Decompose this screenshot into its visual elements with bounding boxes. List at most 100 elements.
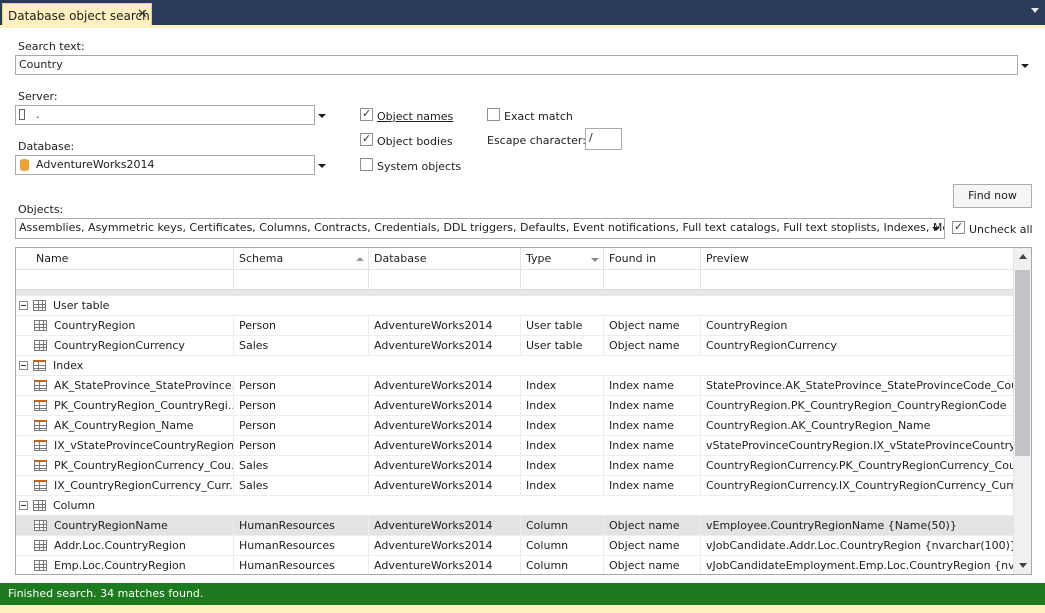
cell-database: AdventureWorks2014 bbox=[369, 396, 521, 416]
cell-name: IX_CountryRegionCurrency_Curr... bbox=[49, 476, 234, 496]
database-dropdown-icon[interactable] bbox=[318, 164, 326, 168]
index-icon bbox=[34, 460, 47, 471]
object-bodies-checkbox[interactable] bbox=[360, 132, 373, 146]
group-label: Column bbox=[53, 499, 96, 512]
uncheck-all-checkbox[interactable] bbox=[952, 220, 965, 234]
filter-cell[interactable] bbox=[701, 270, 1013, 290]
filter-cell[interactable] bbox=[234, 270, 369, 290]
table-row[interactable]: IX_CountryRegionCurrency_Curr... Sales A… bbox=[16, 476, 1013, 496]
column-icon bbox=[34, 540, 47, 551]
table-row[interactable]: CountryRegion Person AdventureWorks2014 … bbox=[16, 316, 1013, 336]
collapse-icon[interactable] bbox=[19, 301, 28, 310]
scroll-down-icon[interactable] bbox=[1019, 563, 1027, 568]
cell-type: Index bbox=[521, 476, 604, 496]
server-icon bbox=[19, 109, 25, 120]
filter-dropdown-icon[interactable] bbox=[591, 258, 599, 262]
exact-match-checkbox[interactable] bbox=[487, 108, 500, 121]
scroll-up-icon[interactable] bbox=[1019, 254, 1027, 259]
cell-type: Index bbox=[521, 396, 604, 416]
object-names-label: Object names bbox=[377, 110, 454, 123]
objects-dropdown-icon[interactable] bbox=[932, 227, 940, 231]
index-icon bbox=[34, 420, 47, 431]
group-label: Index bbox=[53, 359, 84, 372]
filter-cell[interactable] bbox=[16, 270, 234, 290]
table-row[interactable]: CountryRegionCurrency Sales AdventureWor… bbox=[16, 336, 1013, 356]
cell-preview: vEmployee.CountryRegionName {Name(50)} bbox=[706, 519, 957, 532]
filter-cell[interactable] bbox=[604, 270, 701, 290]
filter-cell[interactable] bbox=[369, 270, 521, 290]
cell-preview: vJobCandidate.Addr.Loc.CountryRegion {nv… bbox=[706, 539, 1013, 552]
group-row-column[interactable]: Column bbox=[16, 496, 1013, 516]
cell-schema: HumanResources bbox=[234, 556, 369, 574]
index-icon bbox=[34, 400, 47, 411]
group-row-index[interactable]: Index bbox=[16, 356, 1013, 376]
cell-name: CountryRegionCurrency bbox=[49, 336, 234, 356]
column-header-name[interactable]: Name bbox=[16, 248, 234, 270]
index-icon bbox=[34, 480, 47, 491]
escape-character-input[interactable]: / bbox=[585, 128, 622, 150]
cell-database: AdventureWorks2014 bbox=[369, 536, 521, 556]
sort-ascending-icon bbox=[356, 257, 364, 261]
system-objects-checkbox[interactable] bbox=[360, 158, 373, 171]
cell-database: AdventureWorks2014 bbox=[369, 456, 521, 476]
search-history-dropdown-icon[interactable] bbox=[1021, 64, 1029, 68]
cell-schema: Person bbox=[234, 316, 369, 336]
table-row[interactable]: PK_CountryRegion_CountryRegi... Person A… bbox=[16, 396, 1013, 416]
table-row[interactable]: Addr.Loc.CountryRegion HumanResources Ad… bbox=[16, 536, 1013, 556]
cell-preview: StateProvince.AK_StateProvince_StateProv… bbox=[706, 379, 1013, 392]
cell-schema: Person bbox=[234, 396, 369, 416]
cell-database: AdventureWorks2014 bbox=[369, 436, 521, 456]
cell-name: PK_CountryRegion_CountryRegi... bbox=[49, 396, 234, 416]
find-now-button[interactable]: Find now bbox=[953, 184, 1032, 208]
cell-name: AK_StateProvince_StateProvince... bbox=[49, 376, 234, 396]
object-names-checkbox[interactable] bbox=[360, 107, 373, 121]
table-icon bbox=[34, 340, 47, 351]
cell-name: CountryRegionName bbox=[49, 516, 234, 536]
cell-schema: Person bbox=[234, 376, 369, 396]
column-header-found-in[interactable]: Found in bbox=[604, 248, 701, 270]
column-header-database[interactable]: Database bbox=[369, 248, 521, 270]
collapse-icon[interactable] bbox=[19, 361, 28, 370]
table-icon bbox=[33, 300, 46, 311]
collapse-icon[interactable] bbox=[19, 501, 28, 510]
table-row[interactable]: AK_StateProvince_StateProvince... Person… bbox=[16, 376, 1013, 396]
vertical-scrollbar[interactable] bbox=[1013, 248, 1031, 574]
cell-found-in: Object name bbox=[604, 316, 701, 336]
table-row-selected[interactable]: CountryRegionName HumanResources Adventu… bbox=[16, 516, 1013, 536]
column-header-preview[interactable]: Preview bbox=[701, 248, 1013, 270]
cell-preview: CountryRegion.PK_CountryRegion_CountryRe… bbox=[706, 399, 1007, 412]
table-row[interactable]: AK_CountryRegion_Name Person AdventureWo… bbox=[16, 416, 1013, 436]
cell-type: User table bbox=[521, 316, 604, 336]
cell-type: Index bbox=[521, 376, 604, 396]
table-row[interactable]: PK_CountryRegionCurrency_Cou... Sales Ad… bbox=[16, 456, 1013, 476]
tab-database-object-search[interactable]: Database object search ✕ bbox=[2, 3, 152, 27]
tab-title: Database object search bbox=[8, 9, 150, 23]
system-objects-label: System objects bbox=[377, 160, 462, 173]
scrollbar-thumb[interactable] bbox=[1015, 270, 1030, 456]
cell-name: PK_CountryRegionCurrency_Cou... bbox=[49, 456, 234, 476]
cell-found-in: Object name bbox=[604, 336, 701, 356]
chevron-down-icon[interactable] bbox=[1031, 8, 1039, 13]
server-dropdown-icon[interactable] bbox=[318, 114, 326, 118]
index-icon bbox=[33, 360, 46, 371]
bottom-strip bbox=[0, 605, 1045, 613]
cell-preview: CountryRegionCurrency bbox=[706, 339, 837, 352]
cell-found-in: Index name bbox=[604, 476, 701, 496]
table-row[interactable]: IX_vStateProvinceCountryRegion Person Ad… bbox=[16, 436, 1013, 456]
close-icon[interactable]: ✕ bbox=[137, 7, 148, 22]
object-bodies-label: Object bodies bbox=[377, 135, 453, 148]
objects-select[interactable]: Assemblies, Asymmetric keys, Certificate… bbox=[15, 218, 945, 239]
database-select[interactable]: AdventureWorks2014 bbox=[15, 155, 315, 175]
cell-name: AK_CountryRegion_Name bbox=[49, 416, 234, 436]
search-text-input[interactable]: Country bbox=[15, 55, 1018, 75]
group-row-user-table[interactable]: User table bbox=[16, 296, 1013, 316]
filter-cell[interactable] bbox=[521, 270, 604, 290]
cell-schema: Person bbox=[234, 416, 369, 436]
column-header-schema[interactable]: Schema bbox=[234, 248, 369, 270]
database-label: Database: bbox=[18, 140, 75, 153]
server-select[interactable]: . bbox=[15, 105, 315, 125]
database-icon bbox=[20, 159, 29, 171]
cell-database: AdventureWorks2014 bbox=[369, 336, 521, 356]
server-label: Server: bbox=[18, 90, 58, 103]
table-row[interactable]: Emp.Loc.CountryRegion HumanResources Adv… bbox=[16, 556, 1013, 574]
